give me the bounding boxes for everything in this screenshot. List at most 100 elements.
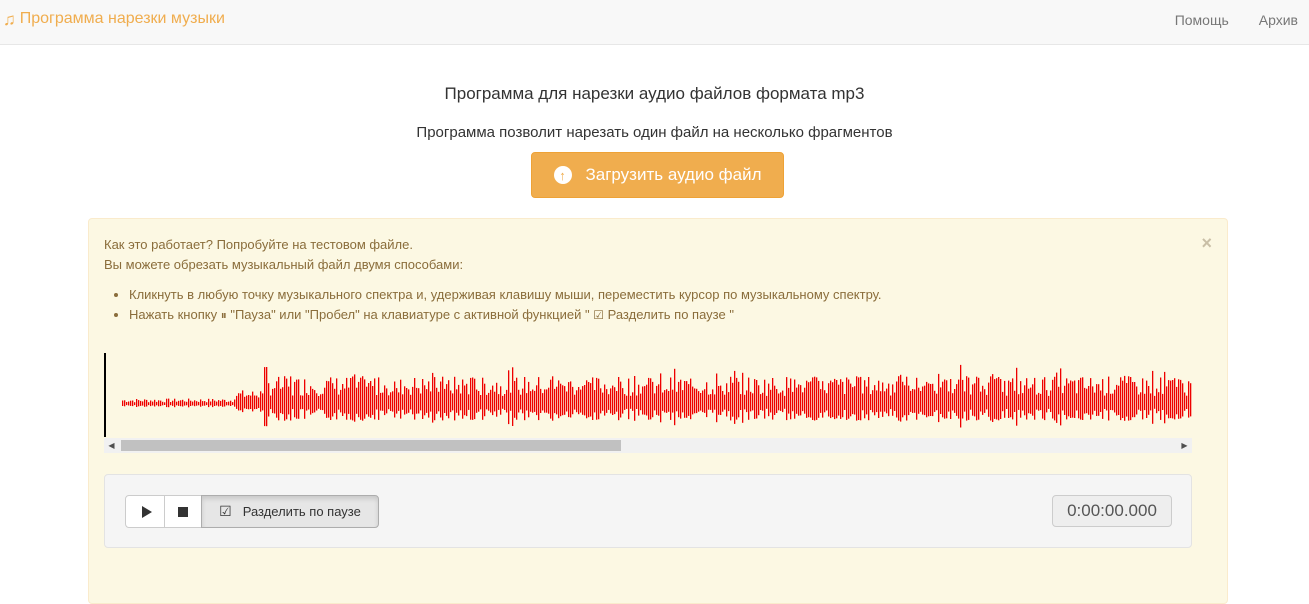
waveform-bar bbox=[1182, 383, 1184, 417]
waveform-bar bbox=[962, 379, 964, 419]
waveform-bar bbox=[784, 395, 786, 409]
waveform-bar bbox=[288, 386, 290, 415]
waveform-bar bbox=[738, 381, 740, 418]
brand-link[interactable]: ♫ Программа нарезки музыки bbox=[3, 10, 225, 28]
waveform-bar bbox=[752, 393, 754, 411]
waveform-bar bbox=[294, 381, 296, 418]
waveform-bar bbox=[854, 386, 856, 415]
waveform-bar bbox=[950, 379, 952, 419]
waveform-bar bbox=[250, 395, 252, 409]
upload-audio-button[interactable]: ↑ Загрузить аудио файл bbox=[531, 152, 784, 198]
waveform-bar bbox=[776, 389, 778, 413]
waveform-bar bbox=[446, 384, 448, 416]
waveform-bar bbox=[956, 384, 958, 416]
waveform-bar bbox=[1076, 393, 1078, 411]
waveform-bar bbox=[742, 372, 744, 423]
waveform-bar bbox=[668, 391, 670, 412]
waveform-bar bbox=[1026, 378, 1028, 420]
scroll-right-arrow[interactable]: ▶ bbox=[1177, 438, 1192, 453]
waveform-bar bbox=[1046, 390, 1048, 413]
waveform-bar bbox=[254, 395, 256, 410]
waveform-bar bbox=[398, 392, 400, 411]
waveform-bar bbox=[122, 400, 124, 406]
waveform-bar bbox=[284, 376, 286, 421]
waveform-bar bbox=[1180, 379, 1182, 419]
nav-help-link[interactable]: Помощь bbox=[1175, 12, 1229, 28]
waveform-bar bbox=[572, 386, 574, 415]
waveform-bar bbox=[1080, 377, 1082, 420]
nav-archive-link[interactable]: Архив bbox=[1259, 12, 1298, 28]
waveform-spectrum[interactable] bbox=[104, 353, 1192, 439]
waveform-bar bbox=[732, 382, 734, 417]
waveform-bar bbox=[626, 395, 628, 409]
waveform-bar bbox=[1082, 377, 1084, 420]
waveform-bar bbox=[786, 377, 788, 421]
waveform-bar bbox=[1176, 386, 1178, 415]
play-button[interactable] bbox=[125, 495, 165, 528]
waveform-bar bbox=[920, 391, 922, 412]
waveform-bar bbox=[850, 383, 852, 417]
waveform-bar bbox=[990, 376, 992, 421]
upload-circle-icon: ↑ bbox=[553, 166, 572, 184]
waveform-bar bbox=[246, 395, 248, 409]
waveform-bar bbox=[736, 377, 738, 420]
waveform-bar bbox=[322, 393, 324, 411]
waveform-bar bbox=[1052, 379, 1054, 419]
waveform-bar bbox=[782, 390, 784, 413]
waveform-bar bbox=[810, 381, 812, 418]
waveform-bar bbox=[894, 392, 896, 411]
waveform-bar bbox=[670, 377, 672, 420]
waveform-bar bbox=[940, 387, 942, 414]
waveform-bar bbox=[984, 389, 986, 413]
waveform-bar bbox=[422, 379, 424, 419]
waveform-bar bbox=[156, 401, 158, 406]
waveform-bar bbox=[842, 381, 844, 418]
waveform-bar bbox=[914, 389, 916, 413]
waveform-bar bbox=[834, 378, 836, 420]
waveform-bar bbox=[204, 401, 206, 406]
waveform-bar bbox=[252, 391, 254, 412]
waveform-bar bbox=[632, 392, 634, 411]
waveform-bar bbox=[718, 386, 720, 415]
waveform-bar bbox=[1096, 384, 1098, 416]
waveform-bar bbox=[808, 382, 810, 418]
waveform-bar bbox=[342, 384, 344, 416]
waveform-bar bbox=[594, 390, 596, 413]
waveform-bar bbox=[222, 399, 224, 407]
waveform-bar bbox=[456, 389, 458, 413]
waveform-bar bbox=[406, 388, 408, 414]
waveform-bar bbox=[726, 383, 728, 417]
waveform-bar bbox=[934, 390, 936, 412]
waveform-bar bbox=[638, 384, 640, 416]
waveform-bar bbox=[468, 394, 470, 410]
stop-button[interactable] bbox=[164, 495, 202, 528]
waveform-bar bbox=[1014, 390, 1016, 412]
waveform-bar bbox=[224, 399, 226, 407]
scroll-thumb[interactable] bbox=[121, 440, 621, 451]
waveform-bar bbox=[136, 399, 138, 407]
waveform-bar bbox=[814, 376, 816, 421]
waveform-bar bbox=[168, 398, 170, 408]
waveform-bar bbox=[1122, 380, 1124, 418]
waveform-bar bbox=[476, 389, 478, 413]
waveform-bar bbox=[714, 394, 716, 410]
playback-cursor[interactable] bbox=[104, 353, 106, 437]
waveform-bar bbox=[1148, 386, 1150, 415]
help-bullet-2: Нажать кнопку ⏸ "Пауза" или "Пробел" на … bbox=[129, 307, 881, 323]
waveform-bar bbox=[756, 380, 758, 419]
scroll-left-arrow[interactable]: ◀ bbox=[104, 438, 119, 453]
close-icon[interactable]: × bbox=[1201, 234, 1212, 252]
waveform-bar bbox=[158, 400, 160, 407]
waveform-bar bbox=[348, 387, 350, 414]
checkbox-icon: ☑ bbox=[593, 308, 604, 322]
split-by-pause-toggle[interactable]: ☑ Разделить по паузе bbox=[201, 495, 379, 528]
waveform-bar bbox=[1000, 379, 1002, 419]
waveform-bar bbox=[372, 386, 374, 415]
waveform-bar bbox=[466, 383, 468, 417]
waveform-bar bbox=[704, 389, 706, 413]
waveform-bar bbox=[540, 388, 542, 413]
waveform-bar bbox=[1048, 395, 1050, 409]
waveform-bar bbox=[210, 401, 212, 406]
waveform-scrollbar[interactable]: ◀ ▶ bbox=[104, 438, 1192, 453]
waveform-bar bbox=[218, 400, 220, 407]
